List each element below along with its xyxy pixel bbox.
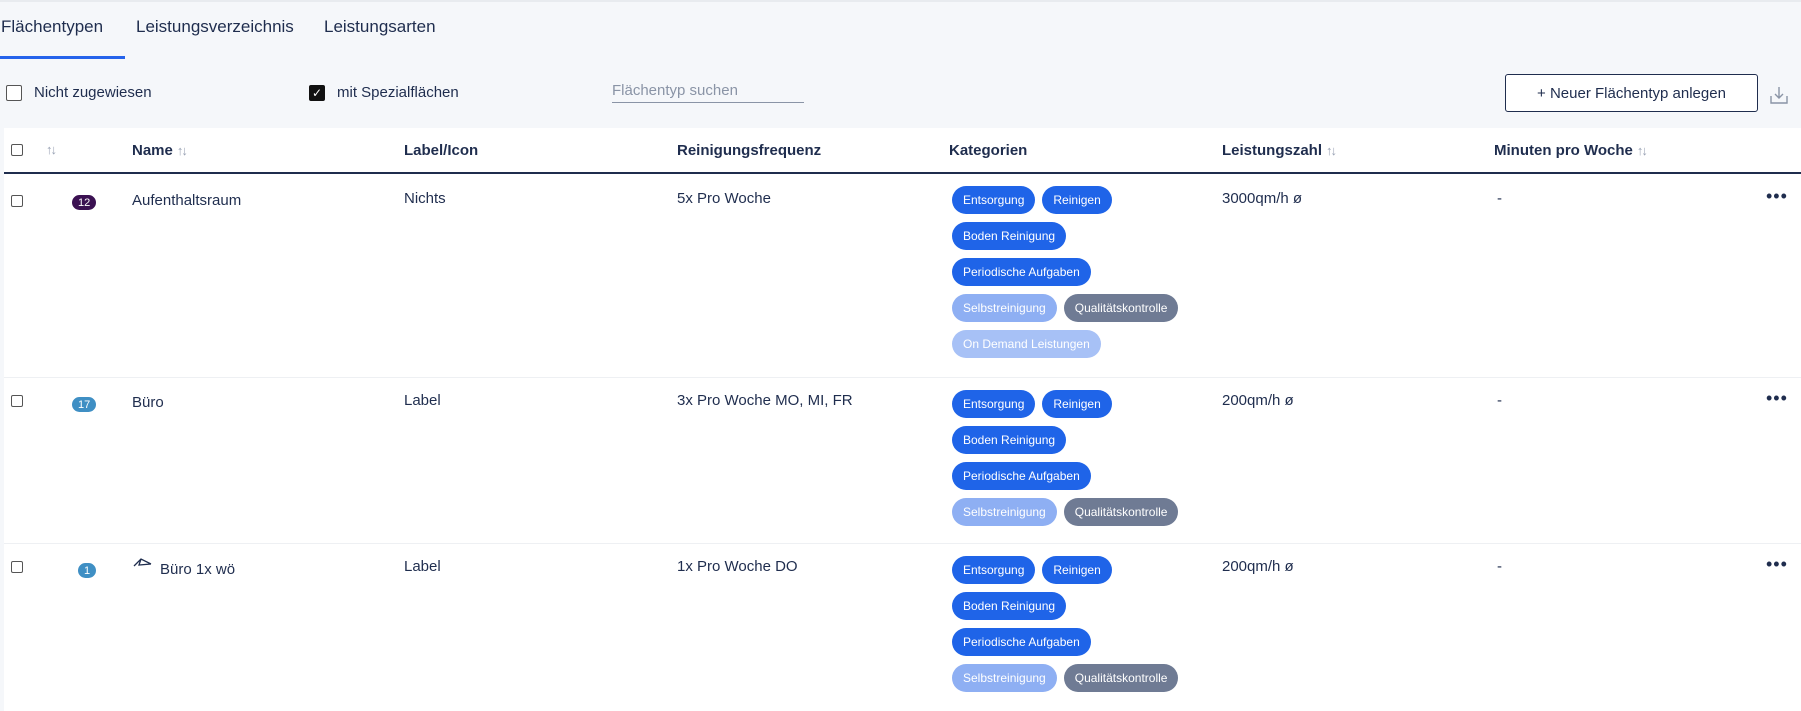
category-chip: Selbstreinigung	[952, 664, 1057, 692]
row-minutes: -	[1497, 392, 1502, 409]
category-line: Entsorgung Reinigen	[952, 386, 1192, 422]
category-line: Selbstreinigung Qualitätskontrolle	[952, 290, 1192, 326]
row-frequency: 5x Pro Woche	[677, 190, 771, 207]
category-line: Periodische Aufgaben	[952, 624, 1192, 660]
category-chip: Periodische Aufgaben	[952, 628, 1091, 656]
row-name: Büro 1x wö	[160, 561, 236, 578]
row-label-icon: Label	[404, 558, 441, 575]
count-badge: 12	[72, 195, 97, 210]
count-sort[interactable]: ↑↓	[46, 142, 57, 157]
category-line: Boden Reinigung	[952, 588, 1192, 624]
row-name: Büro	[132, 394, 164, 411]
table-row[interactable]: 17 Büro Label 3x Pro Woche MO, MI, FR En…	[4, 378, 1801, 544]
category-chip: Selbstreinigung	[952, 498, 1057, 526]
category-chip: Periodische Aufgaben	[952, 258, 1091, 286]
category-line: Periodische Aufgaben	[952, 458, 1192, 494]
count-badge: 1	[78, 563, 97, 578]
category-line: Boden Reinigung	[952, 218, 1192, 254]
category-line: Boden Reinigung	[952, 422, 1192, 458]
tab-leistungsverzeichnis[interactable]: Leistungsverzeichnis	[136, 17, 294, 37]
header-performance[interactable]: Leistungszahl ↑↓	[1222, 142, 1337, 159]
unassigned-checkbox[interactable]	[6, 84, 22, 101]
category-chip: Selbstreinigung	[952, 294, 1057, 322]
table-row[interactable]: 1 Büro 1x wö Label 1x Pro Woche DO Entso…	[4, 544, 1801, 711]
row-label-icon: Nichts	[404, 190, 446, 207]
header-label-icon: Label/Icon	[404, 142, 479, 159]
category-chip: Qualitätskontrolle	[1063, 664, 1179, 692]
special-areas-filter[interactable]: ✓ mit Spezialflächen	[309, 84, 459, 101]
category-chip: Boden Reinigung	[952, 426, 1067, 454]
category-line: Entsorgung Reinigen	[952, 182, 1192, 218]
count-badge: 17	[72, 397, 97, 412]
tab-flaechentypen[interactable]: Flächentypen	[1, 17, 103, 37]
row-categories: Entsorgung Reinigen Boden Reinigung Periodi…	[952, 386, 1192, 530]
tab-leistungsarten[interactable]: Leistungsarten	[324, 17, 436, 37]
header-frequency: Reinigungsfrequenz	[677, 142, 822, 159]
tab-bar: Flächentypen Leistungsverzeichnis Leistu…	[0, 0, 1801, 60]
row-performance: 200qm/h ø	[1222, 392, 1294, 409]
row-performance: 200qm/h ø	[1222, 558, 1294, 575]
row-frequency: 1x Pro Woche DO	[677, 558, 798, 575]
category-chip: Reinigen	[1042, 186, 1112, 214]
category-chip: On Demand Leistungen	[952, 330, 1101, 358]
table-row[interactable]: 12 Aufenthaltsraum Nichts 5x Pro Woche E…	[4, 176, 1801, 378]
row-name: Aufenthaltsraum	[132, 192, 242, 209]
row-minutes: -	[1497, 558, 1502, 575]
row-checkbox[interactable]	[11, 561, 23, 573]
unassigned-filter[interactable]: Nicht zugewiesen	[6, 84, 152, 101]
category-line: Selbstreinigung Qualitätskontrolle	[952, 660, 1192, 696]
row-categories: Entsorgung Reinigen Boden Reinigung Periodi…	[952, 182, 1192, 362]
row-more-button[interactable]: •••	[1766, 187, 1788, 205]
category-line: On Demand Leistungen	[952, 326, 1192, 362]
new-area-type-button[interactable]: + Neuer Flächentyp anlegen	[1505, 74, 1758, 112]
search-input[interactable]	[612, 79, 804, 103]
row-more-button[interactable]: •••	[1766, 555, 1788, 573]
sort-icon: ↑↓	[176, 143, 188, 158]
special-areas-checkbox[interactable]: ✓	[309, 84, 325, 101]
category-line: Entsorgung Reinigen	[952, 552, 1192, 588]
row-checkbox[interactable]	[11, 395, 23, 407]
active-tab-indicator	[0, 56, 125, 59]
category-line: Selbstreinigung Qualitätskontrolle	[952, 494, 1192, 530]
row-checkbox[interactable]	[11, 195, 23, 207]
category-chip: Reinigen	[1042, 556, 1112, 584]
area-types-table: ↑↓ Name ↑↓ Label/Icon Reinigungsfrequenz …	[4, 128, 1801, 711]
category-chip: Reinigen	[1042, 390, 1112, 418]
toolbar: Nicht zugewiesen ✓ mit Spezialflächen + …	[0, 60, 1801, 128]
category-line: Periodische Aufgaben	[952, 254, 1192, 290]
category-chip: Entsorgung	[952, 186, 1036, 214]
category-chip: Entsorgung	[952, 556, 1036, 584]
header-minutes[interactable]: Minuten pro Woche ↑↓	[1494, 142, 1648, 159]
row-minutes: -	[1497, 190, 1502, 207]
sort-icon: ↑↓	[46, 142, 57, 157]
header-name[interactable]: Name ↑↓	[132, 142, 188, 159]
special-areas-label: mit Spezialflächen	[337, 84, 459, 101]
row-frequency: 3x Pro Woche MO, MI, FR	[677, 392, 853, 409]
category-chip: Qualitätskontrolle	[1063, 294, 1179, 322]
category-chip: Boden Reinigung	[952, 592, 1067, 620]
row-categories: Entsorgung Reinigen Boden Reinigung Periodi…	[952, 552, 1192, 696]
category-chip: Periodische Aufgaben	[952, 462, 1091, 490]
row-performance: 3000qm/h ø	[1222, 190, 1303, 207]
sort-icon: ↑↓	[1326, 143, 1337, 158]
special-area-icon	[133, 558, 152, 567]
category-chip: Boden Reinigung	[952, 222, 1067, 250]
unassigned-label: Nicht zugewiesen	[34, 84, 152, 101]
category-chip: Qualitätskontrolle	[1063, 498, 1179, 526]
table-header: ↑↓ Name ↑↓ Label/Icon Reinigungsfrequenz …	[4, 128, 1801, 174]
row-more-button[interactable]: •••	[1766, 389, 1788, 407]
download-icon[interactable]	[1768, 84, 1790, 106]
category-chip: Entsorgung	[952, 390, 1036, 418]
sort-icon: ↑↓	[1636, 143, 1648, 158]
select-all-checkbox[interactable]	[11, 144, 23, 156]
header-categories: Kategorien	[949, 142, 1028, 159]
row-label-icon: Label	[404, 392, 441, 409]
